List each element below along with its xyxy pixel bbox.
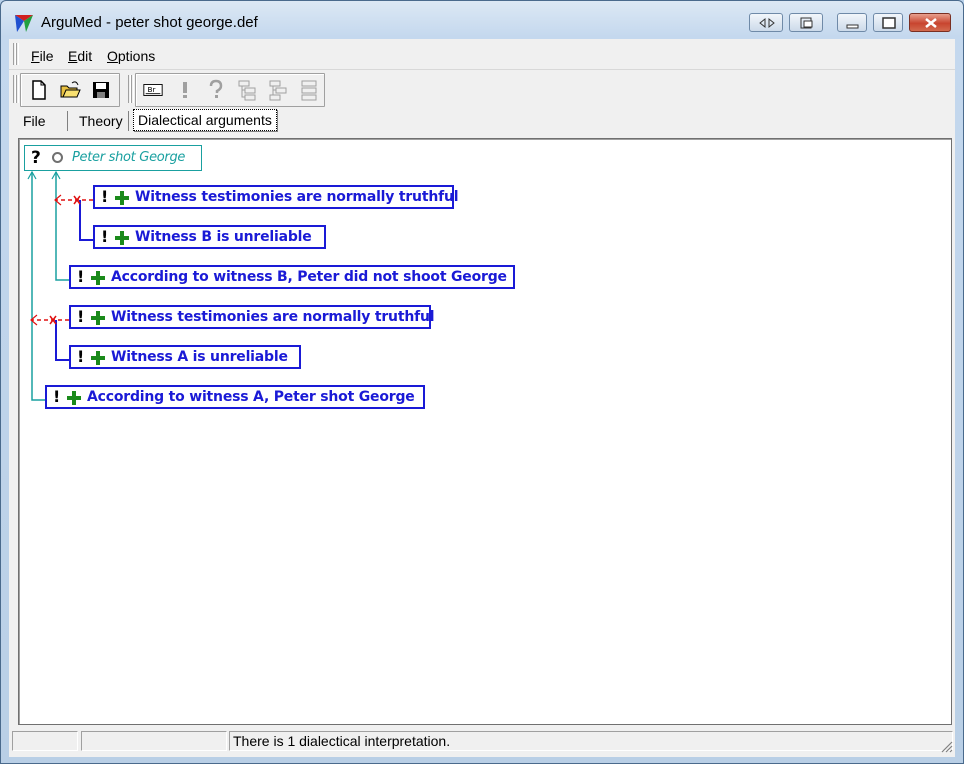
open-circle-icon xyxy=(52,152,63,163)
file-toolbar-group xyxy=(20,73,120,107)
argument-node[interactable]: ! Witness testimonies are normally truth… xyxy=(69,305,435,329)
plus-icon xyxy=(115,191,129,205)
window-switch-icon xyxy=(800,17,813,29)
app-window: ArguMed - peter shot george.def File Edi… xyxy=(0,0,964,764)
plus-icon xyxy=(91,351,105,365)
argument-node[interactable]: ! Witness B is unreliable xyxy=(93,225,326,249)
plus-icon xyxy=(91,271,105,285)
assertion-marker: ! xyxy=(101,227,109,246)
assertion-marker: ! xyxy=(77,307,85,326)
argument-text: According to witness B, Peter did not sh… xyxy=(111,269,507,285)
toolbar-grip-4[interactable] xyxy=(131,75,134,103)
menu-grip-2[interactable] xyxy=(16,43,19,65)
maximize-button[interactable] xyxy=(873,13,903,32)
client-area: File Edit Options Br File Theory Dialect… xyxy=(9,39,955,757)
support-link-witness-b xyxy=(55,172,69,281)
minimize-icon xyxy=(846,24,859,29)
tab-separator xyxy=(67,111,68,131)
status-panel-2 xyxy=(81,731,227,751)
plus-icon xyxy=(115,231,129,245)
tab-file[interactable]: File xyxy=(23,113,46,129)
tab-theory[interactable]: Theory xyxy=(79,113,123,129)
toolbar: Br xyxy=(9,71,955,107)
undercut-link-b xyxy=(79,200,93,241)
toolbar-grip-2[interactable] xyxy=(16,75,19,103)
argument-text: Witness A is unreliable xyxy=(111,349,288,365)
support-link-witness-a xyxy=(31,172,45,401)
minimize-button[interactable] xyxy=(837,13,867,32)
br-label: Br xyxy=(148,85,157,94)
status-bar: There is 1 dialectical interpretation. xyxy=(9,729,955,755)
back-forward-caption-button[interactable] xyxy=(749,13,783,32)
window-title: ArguMed - peter shot george.def xyxy=(41,14,258,31)
argument-node[interactable]: ! Witness testimonies are normally truth… xyxy=(93,185,459,209)
tree-right-icon[interactable] xyxy=(267,79,289,101)
assertion-marker: ! xyxy=(53,387,61,406)
menu-file[interactable]: File xyxy=(31,48,54,64)
maximize-icon xyxy=(882,17,896,29)
status-message: There is 1 dialectical interpretation. xyxy=(229,731,953,751)
open-folder-icon[interactable] xyxy=(59,79,81,101)
issue-marker: ? xyxy=(31,148,41,168)
tab-dialectical-arguments[interactable]: Dialectical arguments xyxy=(133,109,277,131)
root-issue-text: Peter shot George xyxy=(72,150,186,165)
argument-node[interactable]: ! According to witness B, Peter did not … xyxy=(69,265,515,289)
switch-caption-button[interactable] xyxy=(789,13,823,32)
argument-text: According to witness A, Peter shot Georg… xyxy=(87,389,415,405)
tree-list-icon[interactable] xyxy=(298,79,320,101)
new-icon[interactable] xyxy=(28,79,50,101)
tab-separator-2 xyxy=(128,111,129,131)
menu-options[interactable]: Options xyxy=(107,48,155,64)
argumed-logo-icon xyxy=(15,15,33,32)
argument-toolbar-group: Br xyxy=(135,73,325,107)
plus-icon xyxy=(67,391,81,405)
argument-canvas[interactable]: ? Peter shot George ! Witness testimonie… xyxy=(18,138,952,725)
title-bar[interactable]: ArguMed - peter shot george.def xyxy=(1,1,963,39)
tab-strip: File Theory Dialectical arguments xyxy=(9,109,955,133)
root-issue-node[interactable]: ? Peter shot George xyxy=(24,145,202,171)
status-panel-1 xyxy=(12,731,78,751)
argument-node[interactable]: ! Witness A is unreliable xyxy=(69,345,301,369)
argument-text: Witness B is unreliable xyxy=(135,229,312,245)
undercut-link-a xyxy=(55,320,69,361)
assertion-marker: ! xyxy=(101,187,109,206)
plus-icon xyxy=(91,311,105,325)
assertion-marker: ! xyxy=(77,267,85,286)
argument-text: Witness testimonies are normally truthfu… xyxy=(135,189,459,205)
close-button[interactable] xyxy=(909,13,951,32)
menu-bar: File Edit Options xyxy=(9,39,955,70)
close-icon xyxy=(925,18,937,28)
br-icon[interactable]: Br xyxy=(142,79,164,101)
argument-node[interactable]: ! According to witness A, Peter shot Geo… xyxy=(45,385,425,409)
menu-edit[interactable]: Edit xyxy=(68,48,92,64)
tree-left-icon[interactable] xyxy=(236,79,258,101)
resize-grip-icon[interactable] xyxy=(937,737,953,753)
arrows-icon xyxy=(759,17,775,29)
question-icon[interactable] xyxy=(205,79,227,101)
argument-text: Witness testimonies are normally truthfu… xyxy=(111,309,435,325)
assertion-marker: ! xyxy=(77,347,85,366)
save-icon[interactable] xyxy=(90,79,112,101)
exclamation-icon[interactable] xyxy=(174,79,196,101)
